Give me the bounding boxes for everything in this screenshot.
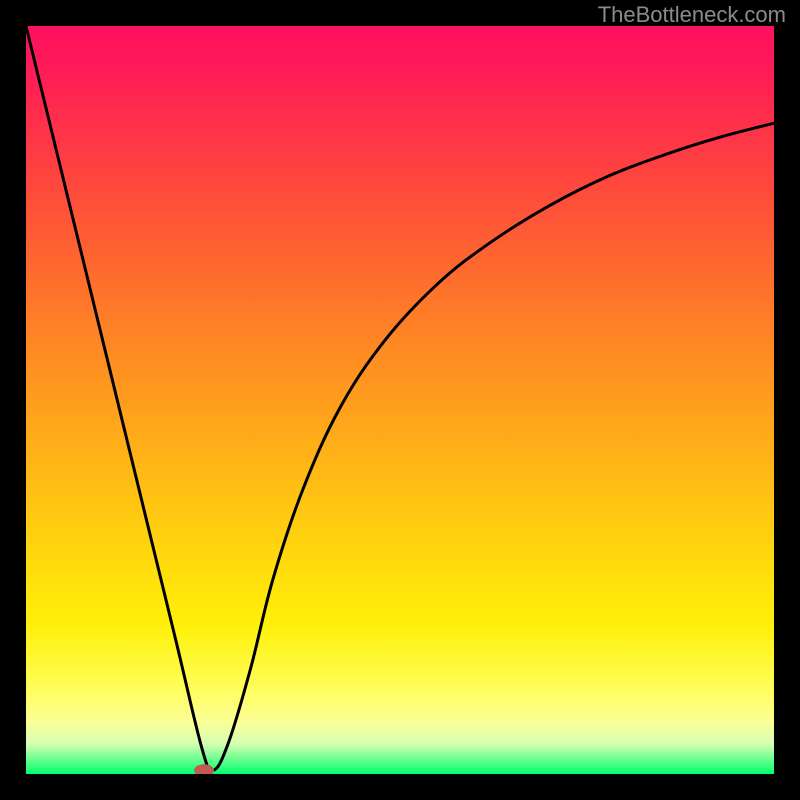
minimum-marker [194,764,214,774]
curve-svg [26,26,774,774]
attribution-text: TheBottleneck.com [598,2,786,28]
bottleneck-curve [26,26,774,770]
chart-container: TheBottleneck.com [0,0,800,800]
plot-area [26,26,774,774]
